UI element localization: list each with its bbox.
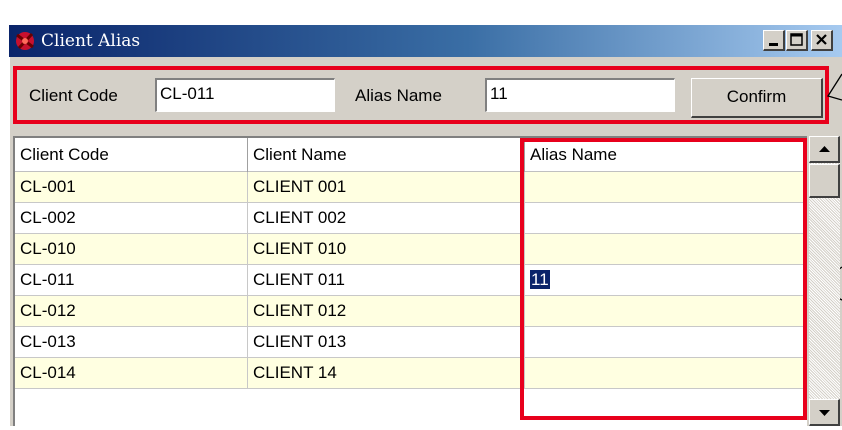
client-name-cell: CLIENT 013 [248, 327, 525, 357]
window-title: Client Alias [41, 31, 141, 51]
minimize-icon [769, 43, 778, 46]
client-code-label: Client Code [29, 86, 118, 105]
client-code-field[interactable]: CL-011 [155, 78, 335, 112]
client-code-cell: CL-013 [15, 327, 248, 357]
client-name-cell: CLIENT 012 [248, 296, 525, 326]
scroll-up-button[interactable] [809, 136, 840, 163]
confirm-button[interactable]: Confirm [691, 78, 823, 118]
maximize-button[interactable] [786, 30, 808, 51]
callout-pointer-form [826, 73, 842, 101]
client-code-cell: CL-010 [15, 234, 248, 264]
column-header-client-name[interactable]: Client Name [248, 138, 525, 172]
client-name-cell: CLIENT 002 [248, 203, 525, 233]
alias-name-label: Alias Name [355, 86, 442, 105]
arrow-up-icon [819, 146, 830, 152]
vertical-scrollbar[interactable] [807, 136, 842, 426]
client-code-cell: CL-002 [15, 203, 248, 233]
alias-name-field[interactable]: 11 [485, 78, 675, 112]
client-code-cell: CL-012 [15, 296, 248, 326]
scroll-down-button[interactable] [809, 399, 840, 426]
client-code-cell: CL-011 [15, 265, 248, 295]
client-name-cell: CLIENT 011 [248, 265, 525, 295]
client-code-cell: CL-001 [15, 172, 248, 202]
client-name-cell: CLIENT 001 [248, 172, 525, 202]
scrollbar-thumb[interactable] [809, 164, 840, 198]
client-name-cell: CLIENT 14 [248, 358, 525, 388]
column-header-client-code[interactable]: Client Code [15, 138, 248, 172]
scrollbar-track[interactable] [809, 163, 840, 399]
client-name-cell: CLIENT 010 [248, 234, 525, 264]
minimize-button[interactable] [763, 30, 785, 51]
alias-entry-form: Client Code CL-011 Alias Name 11 Confirm [13, 66, 829, 124]
close-button[interactable] [811, 30, 833, 51]
client-code-cell: CL-014 [15, 358, 248, 388]
arrow-down-icon [819, 410, 830, 416]
app-icon [14, 30, 36, 52]
close-icon [816, 34, 827, 45]
maximize-icon [790, 33, 803, 46]
alias-column-highlight [520, 138, 807, 420]
title-bar[interactable]: Client Alias [9, 25, 842, 57]
